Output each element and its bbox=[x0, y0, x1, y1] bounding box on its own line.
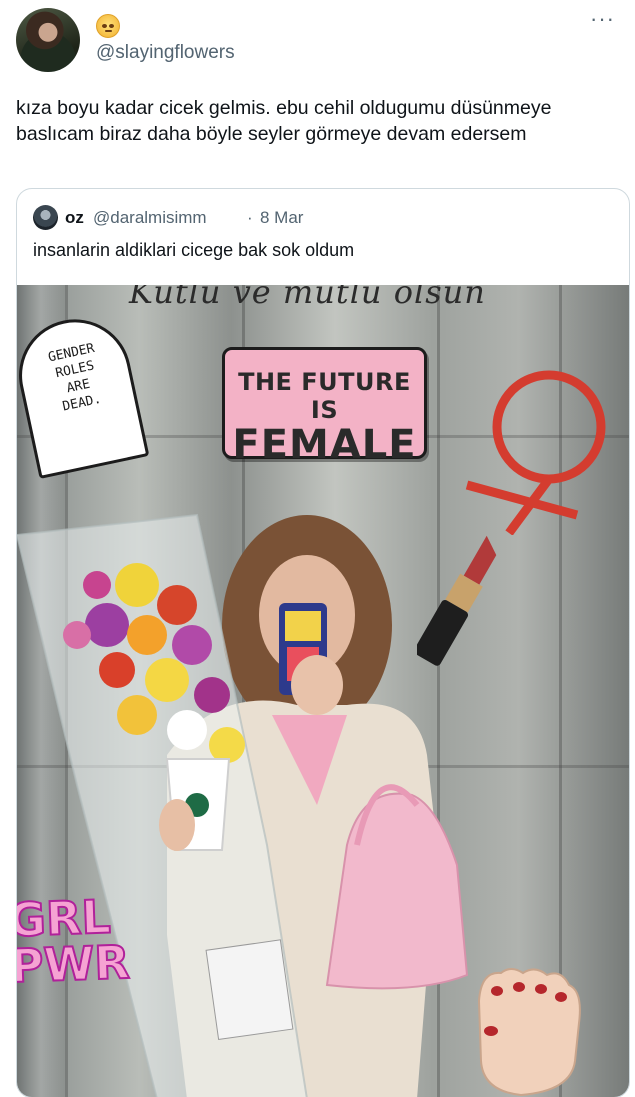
grl-line: PWR bbox=[17, 934, 132, 994]
tweet-text: kıza boyu kadar cicek gelmis. ebu cehil … bbox=[16, 97, 552, 145]
author-avatar[interactable] bbox=[16, 8, 80, 72]
sticker-line-2: FEMALE bbox=[232, 422, 417, 468]
quoted-tweet-image[interactable]: Kutlu ve mutlu olsun GENDER ROLES ARE DE… bbox=[17, 285, 629, 1097]
separator-dot: · bbox=[247, 208, 253, 227]
quoted-author-name[interactable]: oz bbox=[65, 208, 84, 228]
venus-symbol-icon bbox=[465, 370, 606, 535]
quoted-tweet-date[interactable]: 8 Mar bbox=[260, 208, 303, 228]
quoted-author-avatar[interactable] bbox=[33, 205, 58, 230]
more-icon[interactable]: ··· bbox=[590, 8, 615, 30]
author-handle[interactable]: @slayingflowers bbox=[96, 42, 235, 64]
lipstick-icon bbox=[417, 535, 497, 666]
future-is-female-sticker: THE FUTURE IS FEMALE bbox=[222, 347, 427, 466]
raised-fist-icon bbox=[477, 968, 581, 1097]
quoted-author-handle[interactable]: @daralmisimm bbox=[93, 208, 207, 228]
sticker-line-1: THE FUTURE IS bbox=[238, 368, 411, 424]
quoted-tweet[interactable]: oz @daralmisimm · 8 Mar insanlarin aldik… bbox=[16, 188, 630, 1097]
quoted-tweet-text: insanlarin aldiklari cicege bak sok oldu… bbox=[33, 240, 355, 260]
grl-pwr-sticker: GRL PWR bbox=[17, 889, 132, 995]
face-emoji-icon bbox=[96, 14, 120, 38]
tweet: @slayingflowers ··· kıza boyu kadar cice… bbox=[0, 0, 635, 1097]
